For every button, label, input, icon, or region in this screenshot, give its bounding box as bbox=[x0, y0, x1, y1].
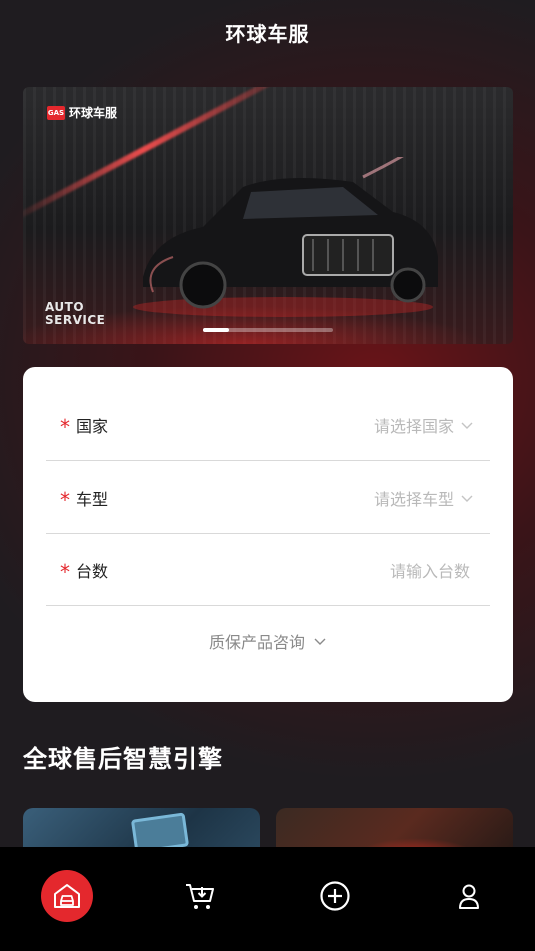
carousel-indicator[interactable] bbox=[203, 328, 333, 332]
bottom-tab-bar bbox=[0, 847, 535, 951]
plus-circle-icon bbox=[320, 881, 350, 911]
quantity-label: 台数 bbox=[76, 561, 109, 581]
chevron-down-icon bbox=[314, 638, 326, 645]
tagline-line2: SERVICE bbox=[45, 313, 106, 327]
carousel-active-dot bbox=[203, 328, 229, 332]
car-model-label: 车型 bbox=[76, 489, 109, 509]
tab-profile[interactable] bbox=[443, 870, 495, 922]
chevron-down-icon bbox=[461, 422, 473, 429]
chevron-down-icon bbox=[461, 495, 473, 502]
tab-home[interactable] bbox=[41, 870, 93, 922]
country-select[interactable]: * 国家 请选择国家 bbox=[46, 389, 490, 461]
user-icon bbox=[459, 884, 479, 909]
car-model-select[interactable]: * 车型 请选择车型 bbox=[46, 462, 490, 534]
tab-cart[interactable] bbox=[174, 870, 226, 922]
inquiry-form: * 国家 请选择国家 * 车型 请选择车型 * 台数 请输入台数 质保产品咨询 bbox=[23, 367, 513, 702]
brand-mark: GAS bbox=[47, 105, 65, 120]
car-model-label-wrap: * 车型 bbox=[46, 486, 108, 510]
quantity-label-wrap: * 台数 bbox=[46, 558, 108, 582]
country-placeholder: 请选择国家 bbox=[373, 416, 454, 436]
country-label-wrap: * 国家 bbox=[46, 413, 108, 437]
required-mark: * bbox=[60, 414, 70, 439]
warranty-consult-link[interactable]: 质保产品咨询 bbox=[23, 629, 513, 653]
brand-logo: GAS 环球车服 bbox=[47, 104, 117, 121]
required-mark: * bbox=[60, 487, 70, 512]
quantity-placeholder: 请输入台数 bbox=[389, 561, 470, 581]
promo-banner[interactable]: GAS 环球车服 AUTO SERVICE bbox=[23, 87, 513, 344]
banner-tagline: AUTO SERVICE bbox=[45, 301, 105, 327]
quantity-field[interactable]: * 台数 请输入台数 bbox=[46, 534, 490, 606]
warranty-label: 质保产品咨询 bbox=[208, 633, 305, 652]
page-title: 环球车服 bbox=[225, 21, 310, 46]
country-label: 国家 bbox=[76, 416, 109, 436]
required-mark: * bbox=[60, 559, 70, 584]
car-model-value[interactable]: 请选择车型 bbox=[374, 486, 490, 510]
country-value[interactable]: 请选择国家 bbox=[374, 413, 490, 437]
car-image bbox=[133, 157, 438, 317]
section-title: 全球售后智慧引擎 bbox=[23, 745, 223, 773]
quantity-input[interactable]: 请输入台数 bbox=[390, 558, 490, 582]
tab-add[interactable] bbox=[309, 870, 361, 922]
car-model-placeholder: 请选择车型 bbox=[373, 489, 454, 509]
cart-download-icon bbox=[186, 884, 214, 909]
brand-name: 环球车服 bbox=[69, 106, 118, 120]
app-header: 环球车服 bbox=[0, 0, 535, 64]
garage-car-icon bbox=[54, 884, 80, 908]
